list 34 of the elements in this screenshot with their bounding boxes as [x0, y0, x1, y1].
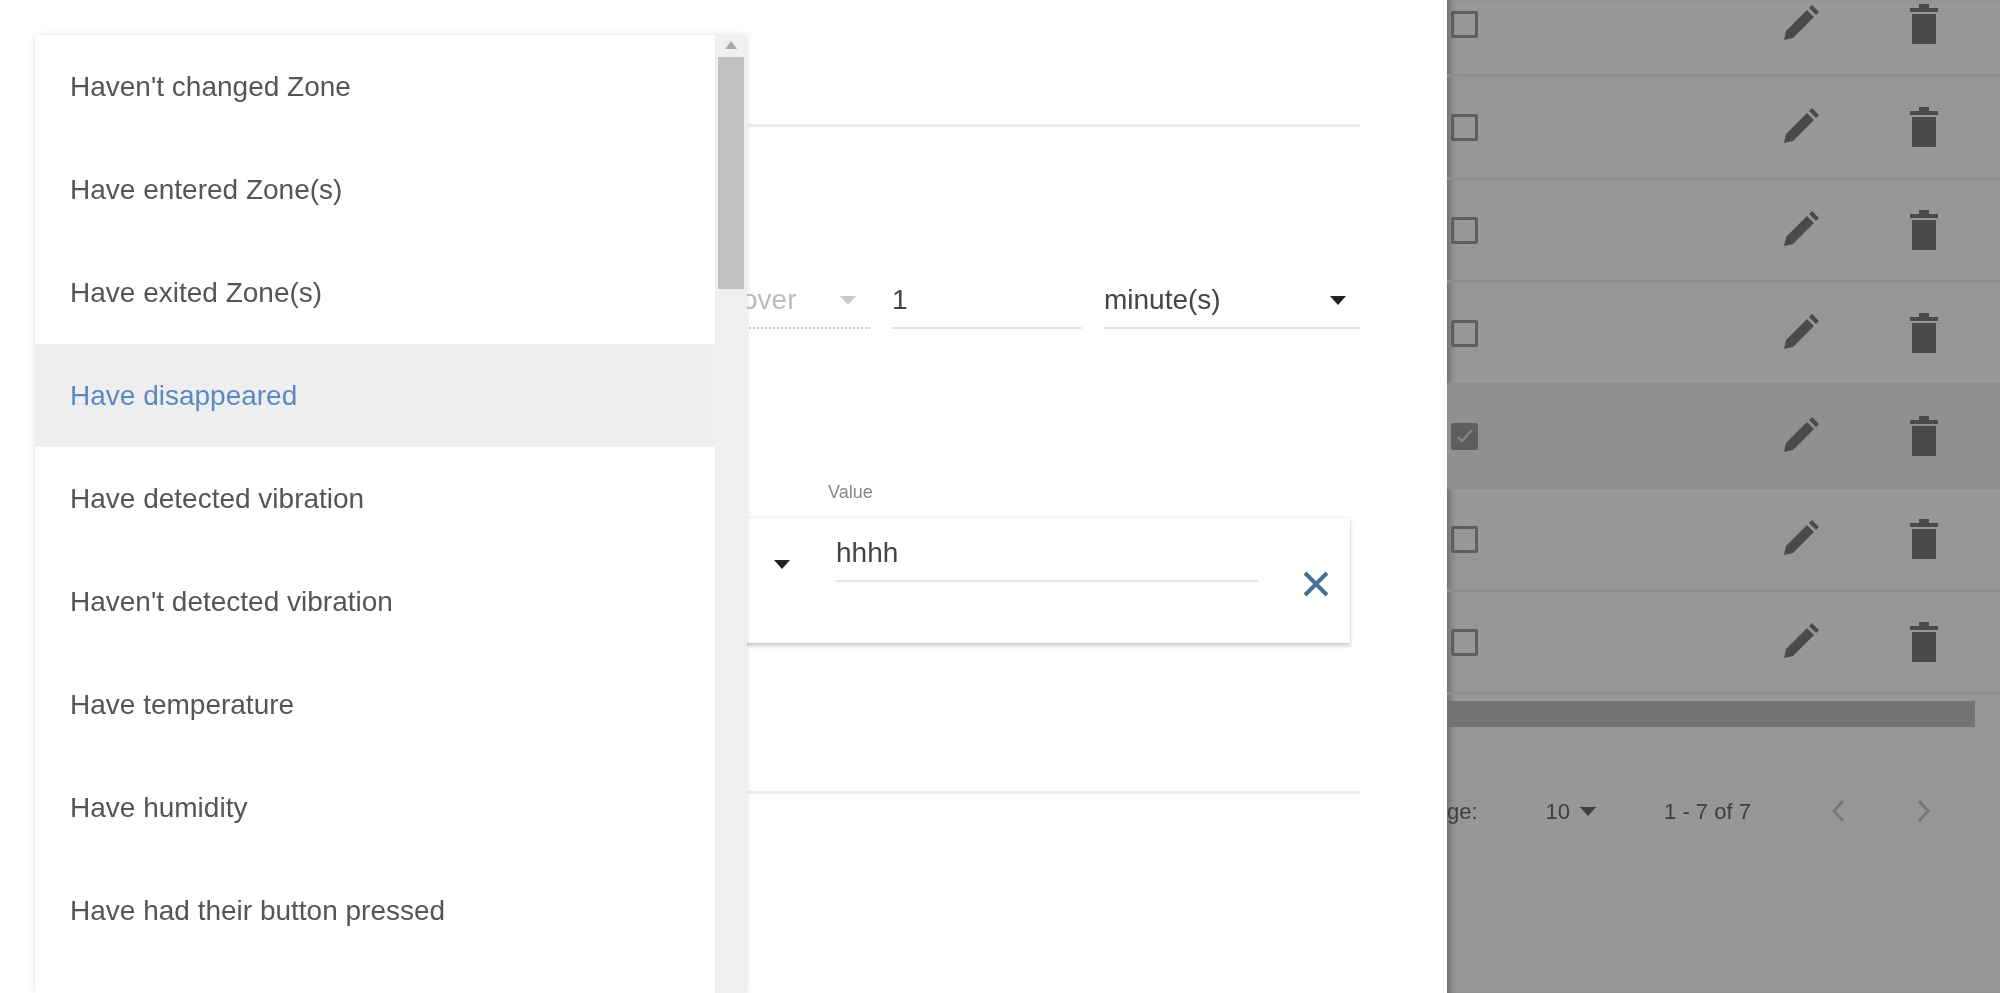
trash-icon[interactable]: [1908, 313, 1940, 353]
trash-icon[interactable]: [1908, 622, 1940, 662]
page-range: 1 - 7 of 7: [1664, 797, 1751, 826]
value-label: Value: [828, 481, 873, 504]
check-icon: [1456, 429, 1473, 443]
caret-icon[interactable]: [774, 560, 790, 569]
trash-icon[interactable]: [1908, 210, 1940, 250]
caret-icon: [1330, 295, 1346, 305]
scrollbar-thumb[interactable]: [718, 57, 744, 289]
count-field[interactable]: 1: [892, 279, 1082, 329]
scrollbar[interactable]: [715, 35, 747, 993]
close-icon[interactable]: [1302, 570, 1330, 598]
horizontal-scrollbar[interactable]: [1447, 701, 1975, 727]
previous-page-icon[interactable]: [1830, 799, 1845, 823]
row-checkbox[interactable]: [1451, 10, 1478, 38]
row-checkbox[interactable]: [1451, 216, 1478, 244]
trash-icon[interactable]: [1908, 107, 1940, 147]
row-checkbox[interactable]: [1451, 422, 1478, 450]
value-field[interactable]: hhhh: [836, 528, 1258, 582]
caret-icon: [840, 295, 856, 305]
caret-icon: [1580, 806, 1597, 816]
next-page-icon[interactable]: [1916, 799, 1931, 823]
rows-per-page-select[interactable]: 10: [1545, 794, 1597, 828]
row-checkbox[interactable]: [1451, 628, 1478, 656]
menu-item[interactable]: Haven't changed Zone: [35, 35, 715, 138]
row-checkbox[interactable]: [1451, 113, 1478, 141]
scroll-up-icon[interactable]: [725, 41, 737, 49]
unit-select[interactable]: minute(s): [1104, 279, 1360, 329]
row-checkbox[interactable]: [1451, 319, 1478, 347]
rows-per-page-label: ge:: [1447, 797, 1478, 826]
trash-icon[interactable]: [1908, 519, 1940, 559]
trash-icon[interactable]: [1908, 416, 1940, 456]
row-checkbox[interactable]: [1451, 525, 1478, 553]
trash-icon[interactable]: [1908, 4, 1940, 44]
